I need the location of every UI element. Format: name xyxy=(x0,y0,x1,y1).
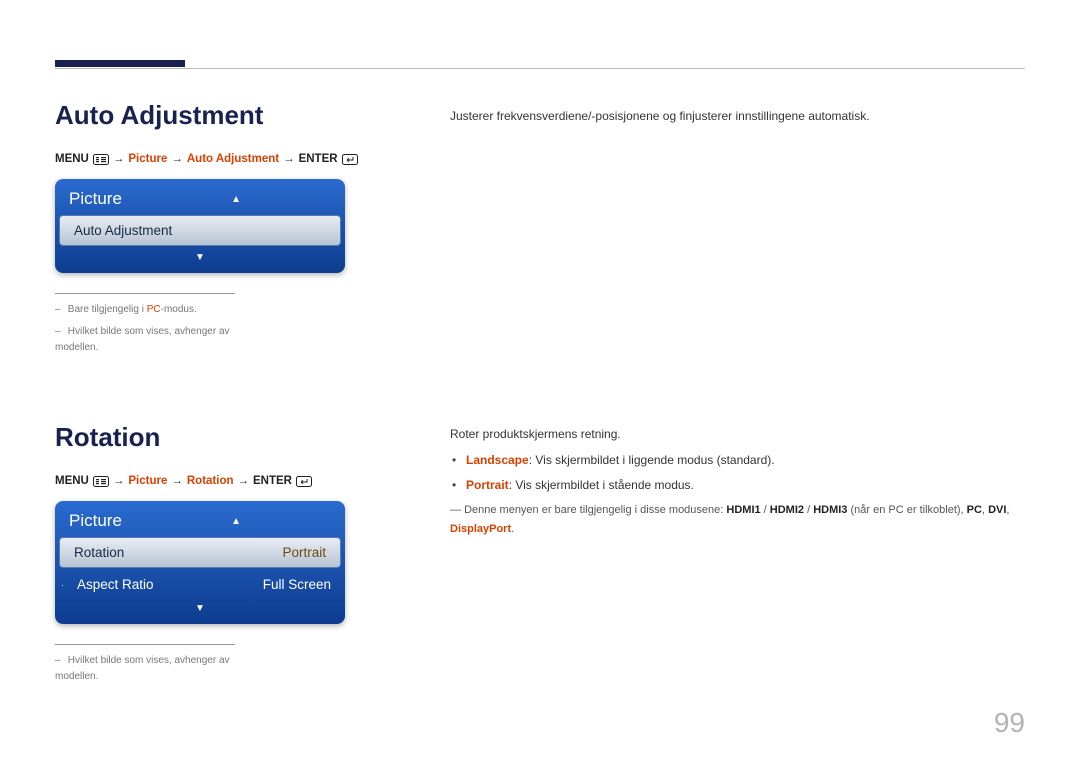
bullet-icon: · xyxy=(61,580,64,590)
note-text: . xyxy=(511,523,514,535)
up-arrow-icon[interactable]: ▲ xyxy=(231,194,241,205)
note-hdmi1: HDMI1 xyxy=(726,504,760,516)
breadcrumb-sep: → xyxy=(283,153,295,165)
footnote-text: Hvilket bilde som vises, avhenger av mod… xyxy=(55,326,230,353)
note-sep: / xyxy=(761,504,770,516)
note-hdmi2: HDMI2 xyxy=(770,504,804,516)
breadcrumb-rotation: MENU → Picture → Rotation → ENTER xyxy=(55,475,390,487)
accent-bar xyxy=(55,60,185,67)
menu-panel-title-row: Picture ▲ xyxy=(55,179,345,213)
menu-row-label: Rotation xyxy=(74,545,124,560)
menu-panel-title: Picture xyxy=(69,189,122,209)
note-sep: / xyxy=(804,504,813,516)
menu-row-value: Portrait xyxy=(282,545,326,560)
breadcrumb-sep: → xyxy=(238,475,250,487)
availability-note: ― Denne menyen er bare tilgjengelig i di… xyxy=(450,501,1025,538)
menu-icon xyxy=(93,476,109,487)
note-pc: PC xyxy=(967,504,982,516)
menu-panel-auto: Picture ▲ Auto Adjustment ▼ xyxy=(55,179,345,273)
note-text: Denne menyen er bare tilgjengelig i diss… xyxy=(464,504,726,516)
breadcrumb-menu-label: MENU xyxy=(55,475,89,487)
breadcrumb-picture: Picture xyxy=(128,153,167,165)
menu-footer: ▼ xyxy=(55,248,345,273)
rotation-intro: Roter produktskjermens retning. xyxy=(450,424,1025,444)
breadcrumb-auto-adjustment: Auto Adjustment xyxy=(187,153,279,165)
menu-row-label: Auto Adjustment xyxy=(74,223,172,238)
breadcrumb-rotation-item: Rotation xyxy=(187,475,234,487)
breadcrumb-sep: → xyxy=(171,475,183,487)
breadcrumb-picture: Picture xyxy=(128,475,167,487)
menu-row-rotation[interactable]: Rotation Portrait xyxy=(59,537,341,568)
section-rotation: Rotation MENU → Picture → Rotation → ENT… xyxy=(55,422,1025,691)
menu-row-label: Aspect Ratio xyxy=(77,577,154,592)
footnotes-rotation: – Hvilket bilde som vises, avhenger av m… xyxy=(55,644,235,685)
down-arrow-icon[interactable]: ▼ xyxy=(195,252,205,263)
breadcrumb-sep: → xyxy=(171,153,183,165)
left-column-auto: Auto Adjustment MENU → Picture → Auto Ad… xyxy=(55,100,390,362)
menu-row-auto-adjustment[interactable]: Auto Adjustment xyxy=(59,215,341,246)
right-column-rotation: Roter produktskjermens retning. Landscap… xyxy=(450,422,1025,691)
footnote-model: – Hvilket bilde som vises, avhenger av m… xyxy=(55,324,235,356)
menu-row-aspect-ratio[interactable]: · Aspect Ratio Full Screen xyxy=(55,570,345,599)
option-desc: : Vis skjermbildet i liggende modus (sta… xyxy=(529,453,775,467)
breadcrumb-sep: → xyxy=(113,153,125,165)
option-label: Portrait xyxy=(466,478,509,492)
left-column-rotation: Rotation MENU → Picture → Rotation → ENT… xyxy=(55,422,390,691)
menu-panel-title: Picture xyxy=(69,511,122,531)
breadcrumb-sep: → xyxy=(113,475,125,487)
menu-footer: ▼ xyxy=(55,599,345,624)
footnotes-auto: – Bare tilgjengelig i PC-modus. – Hvilke… xyxy=(55,293,235,356)
option-desc: : Vis skjermbildet i stående modus. xyxy=(509,478,694,492)
page-number: 99 xyxy=(994,707,1025,739)
enter-icon xyxy=(342,154,358,165)
note-displayport: DisplayPort xyxy=(450,523,511,535)
auto-adjustment-description: Justerer frekvensverdiene/-posisjonene o… xyxy=(450,106,1025,126)
menu-icon xyxy=(93,154,109,165)
note-hdmi3: HDMI3 xyxy=(813,504,847,516)
down-arrow-icon[interactable]: ▼ xyxy=(195,603,205,614)
enter-icon xyxy=(296,476,312,487)
footnote-model: – Hvilket bilde som vises, avhenger av m… xyxy=(55,653,235,685)
menu-panel-rotation: Picture ▲ Rotation Portrait · Aspect Rat… xyxy=(55,501,345,624)
option-label: Landscape xyxy=(466,453,529,467)
note-dvi: DVI xyxy=(988,504,1006,516)
footnote-text: -modus. xyxy=(161,304,197,315)
section-auto-adjustment: Auto Adjustment MENU → Picture → Auto Ad… xyxy=(55,100,1025,362)
breadcrumb-menu-label: MENU xyxy=(55,153,89,165)
note-text: (når en PC er tilkoblet), xyxy=(847,504,966,516)
footnote-text: Bare tilgjengelig i xyxy=(68,304,147,315)
footnote-highlight: PC xyxy=(147,304,161,315)
menu-panel-title-row: Picture ▲ xyxy=(55,501,345,535)
heading-auto-adjustment: Auto Adjustment xyxy=(55,100,390,131)
heading-rotation: Rotation xyxy=(55,422,390,453)
breadcrumb-enter-label: ENTER xyxy=(299,153,338,165)
rotation-options-list: Landscape: Vis skjermbildet i liggende m… xyxy=(450,450,1025,495)
footnote-pc-mode: – Bare tilgjengelig i PC-modus. xyxy=(55,302,235,318)
option-portrait: Portrait: Vis skjermbildet i stående mod… xyxy=(466,475,1025,495)
breadcrumb-enter-label: ENTER xyxy=(253,475,292,487)
breadcrumb-auto: MENU → Picture → Auto Adjustment → ENTER xyxy=(55,153,390,165)
menu-row-value: Full Screen xyxy=(263,577,331,592)
footnote-text: Hvilket bilde som vises, avhenger av mod… xyxy=(55,655,230,682)
right-column-auto: Justerer frekvensverdiene/-posisjonene o… xyxy=(450,100,1025,362)
option-landscape: Landscape: Vis skjermbildet i liggende m… xyxy=(466,450,1025,470)
note-sep: , xyxy=(1006,504,1009,516)
up-arrow-icon[interactable]: ▲ xyxy=(231,516,241,527)
top-rule xyxy=(55,68,1025,69)
